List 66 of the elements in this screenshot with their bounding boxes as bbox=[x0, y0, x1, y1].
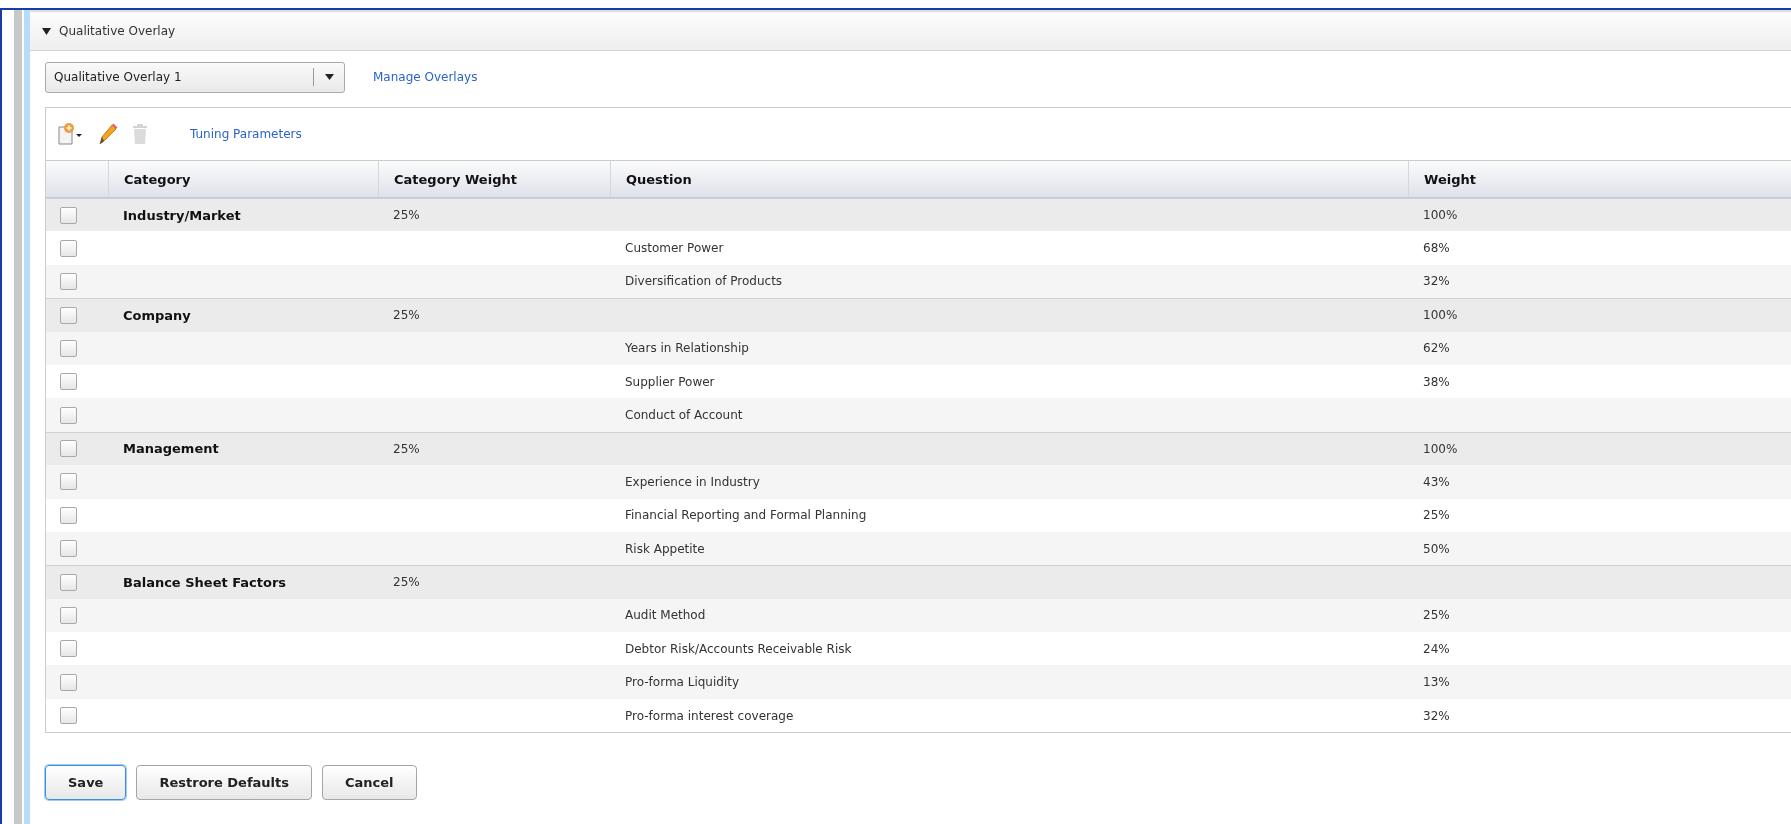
weight-cell-text: 25% bbox=[1422, 608, 1451, 623]
category-cell-text: Industry/Market bbox=[122, 207, 242, 223]
question-cell-text: Debtor Risk/Accounts Receivable Risk bbox=[624, 641, 853, 656]
weight-cell-text: 68% bbox=[1422, 241, 1451, 256]
pencil-icon[interactable] bbox=[96, 122, 118, 146]
weight-cell-text: 43% bbox=[1422, 474, 1451, 489]
weight-cell-text: 32% bbox=[1422, 708, 1451, 723]
section-header[interactable]: Qualitative Overlay bbox=[30, 10, 1791, 51]
row-checkbox[interactable] bbox=[60, 272, 77, 290]
question-cell-text: Years in Relationship bbox=[624, 341, 750, 356]
weight-cell-text: 32% bbox=[1422, 274, 1451, 289]
question-cell-text: Audit Method bbox=[624, 608, 707, 623]
row-checkbox[interactable] bbox=[60, 707, 77, 725]
row-checkbox[interactable] bbox=[60, 506, 77, 524]
manage-overlays-link[interactable]: Manage Overlays bbox=[373, 70, 478, 84]
section-title: Qualitative Overlay bbox=[59, 24, 176, 38]
row-checkbox[interactable] bbox=[60, 239, 77, 257]
column-header[interactable]: Question bbox=[610, 161, 1408, 197]
weight-cell-text: 50% bbox=[1422, 541, 1451, 556]
weight-cell-text: 62% bbox=[1422, 341, 1451, 356]
row-checkbox[interactable] bbox=[60, 540, 77, 558]
weight-cell-text: 38% bbox=[1422, 374, 1451, 389]
weight-cell-text: 100% bbox=[1422, 308, 1459, 323]
weight-cell-text: 25% bbox=[1422, 508, 1451, 523]
category-weight-cell-text: 25% bbox=[392, 308, 421, 323]
weight-cell-text: 13% bbox=[1422, 675, 1451, 690]
question-cell-text: Customer Power bbox=[624, 241, 725, 256]
caret-down-icon[interactable] bbox=[42, 27, 51, 35]
row-checkbox[interactable] bbox=[60, 306, 77, 324]
restore-defaults-button[interactable]: Restrore Defaults bbox=[136, 765, 312, 801]
row-checkbox[interactable] bbox=[60, 673, 77, 691]
question-cell-text: Risk Appetite bbox=[624, 541, 706, 556]
category-weight-cell-text: 25% bbox=[392, 575, 421, 590]
row-checkbox[interactable] bbox=[60, 640, 77, 658]
overlay-dropdown[interactable]: Qualitative Overlay 1 bbox=[45, 61, 345, 93]
row-checkbox[interactable] bbox=[60, 473, 77, 491]
row-checkbox[interactable] bbox=[60, 206, 77, 224]
category-weight-cell-text: 25% bbox=[392, 208, 421, 223]
question-cell-text: Financial Reporting and Formal Planning bbox=[624, 508, 868, 523]
caret-down-icon bbox=[324, 74, 334, 80]
category-cell-text: Company bbox=[122, 307, 192, 323]
column-header[interactable]: Category Weight bbox=[378, 161, 610, 197]
question-cell-text: Experience in Industry bbox=[624, 474, 761, 489]
row-checkbox[interactable] bbox=[60, 606, 77, 624]
category-cell-text: Management bbox=[122, 441, 220, 457]
question-cell-text: Pro-forma interest coverage bbox=[624, 708, 795, 723]
cancel-button[interactable]: Cancel bbox=[322, 765, 417, 801]
save-button[interactable]: Save bbox=[45, 765, 127, 801]
row-checkbox[interactable] bbox=[60, 339, 77, 357]
tuning-parameters-link[interactable]: Tuning Parameters bbox=[190, 127, 302, 141]
weight-cell-text: 100% bbox=[1422, 208, 1459, 223]
add-document-icon[interactable] bbox=[56, 122, 84, 146]
row-checkbox[interactable] bbox=[60, 440, 77, 458]
column-header[interactable]: Category bbox=[108, 161, 378, 197]
row-checkbox[interactable] bbox=[60, 574, 77, 591]
row-checkbox[interactable] bbox=[60, 406, 77, 424]
question-cell-text: Conduct of Account bbox=[624, 408, 744, 423]
weight-cell-text: 100% bbox=[1422, 441, 1459, 456]
question-cell-text: Pro-forma Liquidity bbox=[624, 675, 741, 690]
column-header[interactable]: Weight bbox=[1408, 161, 1791, 197]
category-cell-text: Balance Sheet Factors bbox=[122, 575, 288, 590]
question-cell-text: Supplier Power bbox=[624, 374, 716, 389]
weight-cell-text: 24% bbox=[1422, 641, 1451, 656]
category-weight-cell-text: 25% bbox=[392, 441, 421, 456]
row-checkbox[interactable] bbox=[60, 373, 77, 391]
question-cell-text: Diversification of Products bbox=[624, 274, 784, 289]
